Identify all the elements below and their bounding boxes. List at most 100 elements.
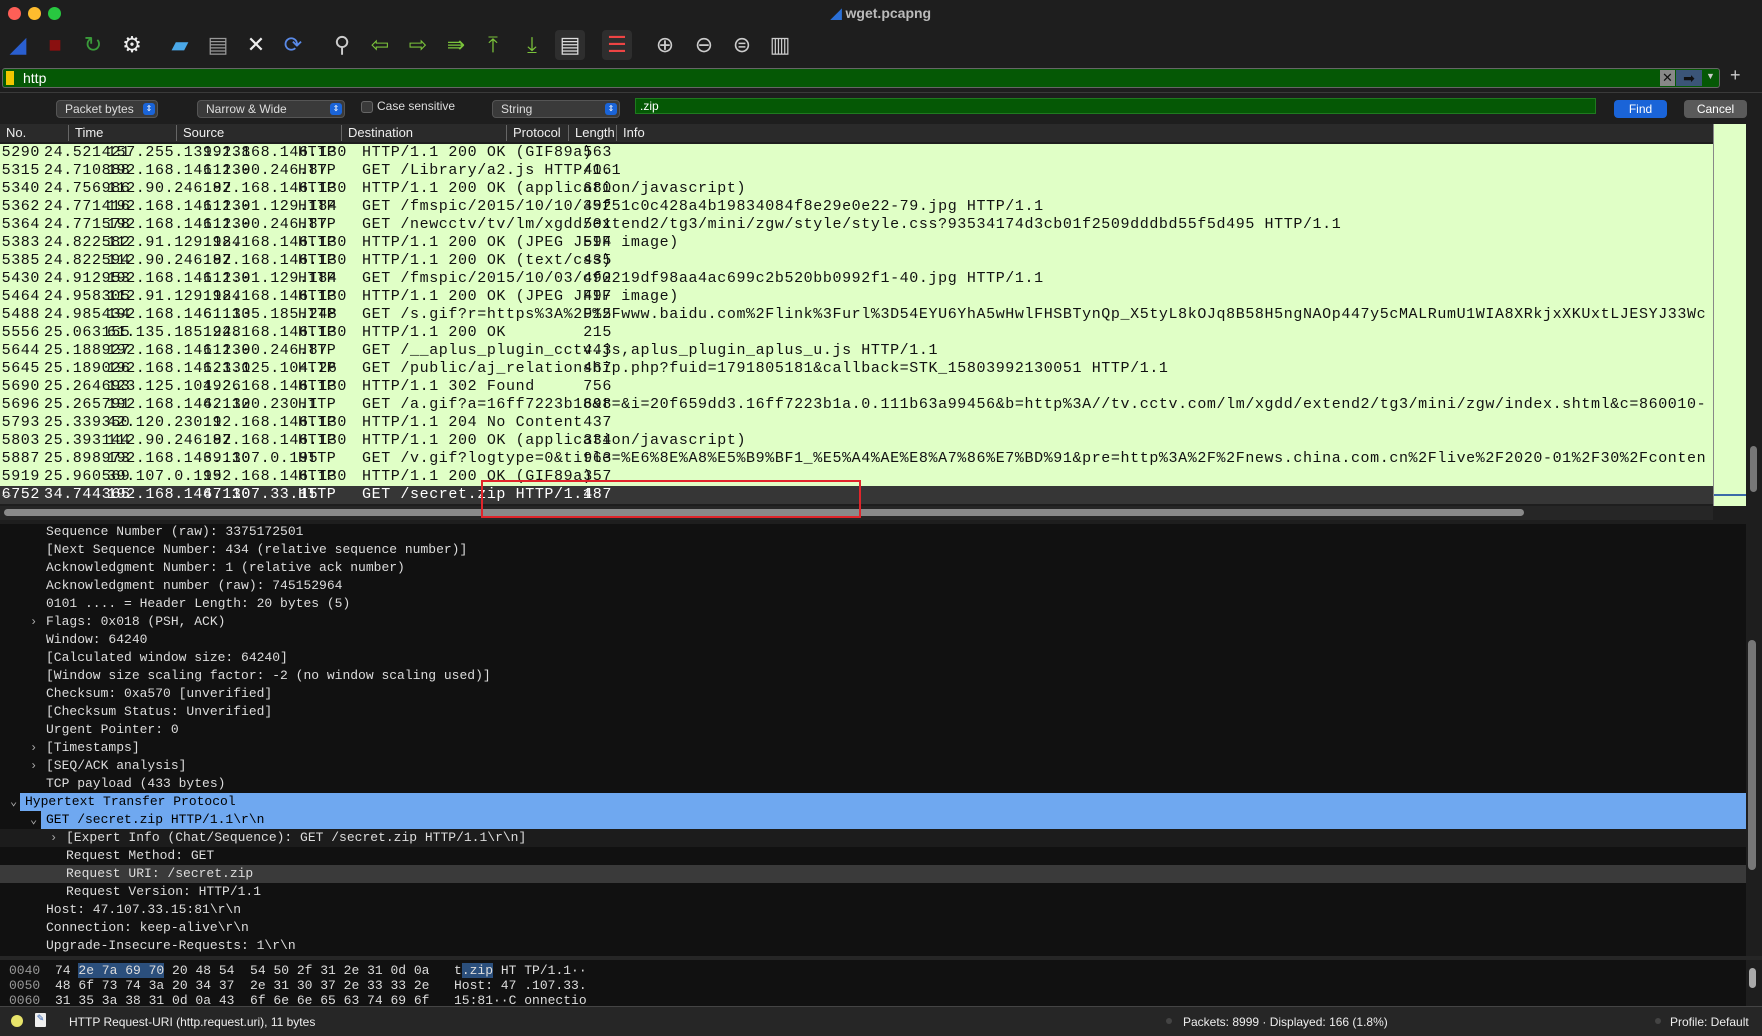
packet-row[interactable]: 5464 24.958305 112.91.129.184 192.168.146.1…	[0, 288, 1713, 306]
packet-row[interactable]: 5430 24.912953 192.168.146.130 112.91.129.1…	[0, 270, 1713, 288]
packet-row[interactable]: 5488 24.985434 192.168.146.130 61.135.185.2…	[0, 306, 1713, 324]
detail-row[interactable]: Host: 47.107.33.15:81\r\n	[0, 901, 1746, 919]
packet-row[interactable]: 5803 25.393144 112.90.246.87 192.168.146.13…	[0, 432, 1713, 450]
detail-row[interactable]: [Checksum Status: Unverified]	[0, 703, 1746, 721]
open-folder-icon[interactable]: ▰	[165, 30, 195, 60]
detail-row[interactable]: Acknowledgment number (raw): 745152964	[0, 577, 1746, 595]
display-filter-input[interactable]: http ✕ ➡ ▼	[2, 68, 1720, 88]
find-packet-icon[interactable]: ⚲	[327, 30, 357, 60]
auto-scroll-icon[interactable]: ▤	[555, 30, 585, 60]
search-in-select[interactable]: Packet bytes ⇕	[56, 100, 158, 118]
go-first-icon[interactable]: ⤒	[478, 30, 508, 60]
column-header-destination[interactable]: Destination	[341, 125, 413, 141]
packet-row[interactable]: 5340 24.756986 112.90.246.87 192.168.146.13…	[0, 180, 1713, 198]
restart-capture-icon[interactable]: ↻	[78, 30, 108, 60]
detail-row[interactable]: › [Timestamps]	[0, 739, 1746, 757]
column-header-source[interactable]: Source	[176, 125, 224, 141]
packet-row[interactable]: 5793 25.339350 42.120.230.1 192.168.146.130…	[0, 414, 1713, 432]
cancel-button[interactable]: Cancel	[1684, 100, 1747, 118]
apply-filter-arrow-icon[interactable]: ➡	[1676, 70, 1702, 86]
packet-list-vertical-scrollbar[interactable]	[1746, 124, 1762, 520]
expert-info-led-icon[interactable]	[11, 1015, 23, 1027]
chevron-right-icon[interactable]: ›	[50, 829, 57, 847]
reload-file-icon[interactable]: ⟳	[278, 30, 308, 60]
resize-columns-icon[interactable]: ▥	[765, 30, 795, 60]
packet-row[interactable]: 5644 25.188927 192.168.146.130 112.90.246.8…	[0, 342, 1713, 360]
packet-row[interactable]: 5690 25.264693 123.125.104.26 192.168.146.1…	[0, 378, 1713, 396]
find-button[interactable]: Find	[1614, 100, 1667, 118]
packet-row[interactable]: 5887 25.898973 192.168.146.130 39.107.0.195…	[0, 450, 1713, 468]
packet-row[interactable]: 5290 24.521421 157.255.139.138 192.168.146.…	[0, 144, 1713, 162]
packet-number: 5290	[1, 144, 40, 161]
clear-filter-icon[interactable]: ✕	[1660, 70, 1675, 86]
packet-row[interactable]: 5556 25.063155 61.135.185.248 192.168.146.1…	[0, 324, 1713, 342]
detail-row[interactable]: 0101 .... = Header Length: 20 bytes (5)	[0, 595, 1746, 613]
column-header-time[interactable]: Time	[68, 125, 103, 141]
column-header-no[interactable]: No.	[0, 125, 26, 141]
shark-fin-start-icon[interactable]: ◢	[3, 30, 33, 60]
packet-row[interactable]: 5315 24.710888 192.168.146.130 112.90.246.8…	[0, 162, 1713, 180]
go-back-icon[interactable]: ⇦	[365, 30, 395, 60]
capture-comment-icon[interactable]: ✎	[35, 1013, 46, 1027]
char-width-select[interactable]: Narrow & Wide ⇕	[197, 100, 345, 118]
packet-row[interactable]: 5645 25.189026 192.168.146.130 123.125.104.…	[0, 360, 1713, 378]
case-sensitive-checkbox[interactable]	[361, 101, 373, 113]
zoom-in-icon[interactable]: ⊕	[650, 30, 680, 60]
detail-row[interactable]: › Flags: 0x018 (PSH, ACK)	[0, 613, 1746, 631]
capture-options-gear-icon[interactable]: ⚙	[117, 30, 147, 60]
chevron-right-icon[interactable]: ›	[30, 739, 37, 757]
packet-row[interactable]: 5696 25.265791 192.168.146.130 42.120.230.1…	[0, 396, 1713, 414]
search-type-select[interactable]: String ⇕	[492, 100, 620, 118]
bytes-scrollbar-thumb[interactable]	[1749, 968, 1756, 988]
save-file-icon[interactable]: ▤	[203, 30, 233, 60]
packet-row[interactable]: 5385 24.822594 112.90.246.87 192.168.146.13…	[0, 252, 1713, 270]
close-file-icon[interactable]: ✕	[241, 30, 271, 60]
go-last-icon[interactable]: ⤓	[517, 30, 547, 60]
detail-row[interactable]: Sequence Number (raw): 3375172501	[0, 524, 1746, 541]
detail-row[interactable]: Acknowledgment Number: 1 (relative ack n…	[0, 559, 1746, 577]
filter-history-dropdown-icon[interactable]: ▼	[1706, 71, 1715, 81]
go-forward-icon[interactable]: ⇨	[403, 30, 433, 60]
add-filter-button-plus-icon[interactable]: +	[1730, 65, 1741, 86]
zoom-out-icon[interactable]: ⊖	[689, 30, 719, 60]
detail-row[interactable]: › [SEQ/ACK analysis]	[0, 757, 1746, 775]
detail-row[interactable]: Urgent Pointer: 0	[0, 721, 1746, 739]
hex-row[interactable]: 0050 48 6f 73 74 3a 20 34 37 2e 31 30 37 …	[0, 978, 1746, 993]
packet-row[interactable]: 5362 24.771416 192.168.146.130 112.91.129.1…	[0, 198, 1713, 216]
bookmark-icon[interactable]	[6, 71, 14, 85]
detail-row[interactable]: [Calculated window size: 64240]	[0, 649, 1746, 667]
details-scrollbar-thumb[interactable]	[1748, 640, 1756, 870]
column-header-protocol[interactable]: Protocol	[506, 125, 561, 141]
detail-row[interactable]: [Window size scaling factor: -2 (no wind…	[0, 667, 1746, 685]
detail-row[interactable]: Request Version: HTTP/1.1	[0, 883, 1746, 901]
status-profile[interactable]: Profile: Default	[1670, 1015, 1749, 1029]
detail-row[interactable]: Request URI: /secret.zip	[0, 865, 1746, 883]
chevron-right-icon[interactable]: ›	[30, 613, 37, 631]
detail-row[interactable]: Upgrade-Insecure-Requests: 1\r\n	[0, 937, 1746, 955]
zoom-normal-icon[interactable]: ⊜	[727, 30, 757, 60]
find-search-input[interactable]: .zip	[635, 98, 1596, 114]
packet-row[interactable]: 5364 24.771578 192.168.146.130 112.90.246.8…	[0, 216, 1713, 234]
stop-capture-icon[interactable]: ■	[40, 30, 70, 60]
packet-protocol: HTTP	[298, 288, 337, 305]
chevron-right-icon[interactable]: ›	[30, 757, 37, 775]
column-header-info[interactable]: Info	[616, 125, 645, 141]
detail-row[interactable]: Window: 64240	[0, 631, 1746, 649]
detail-row[interactable]: [Next Sequence Number: 434 (relative seq…	[0, 541, 1746, 559]
hex-row[interactable]: 0040 74 2e 7a 69 70 20 48 54 54 50 2f 31 …	[0, 963, 1746, 978]
chevron-down-icon[interactable]: ⌄	[10, 793, 17, 811]
column-header-length[interactable]: Length	[568, 125, 615, 141]
chevron-down-icon[interactable]: ⌄	[30, 811, 37, 829]
packet-minimap[interactable]	[1713, 124, 1747, 506]
detail-row[interactable]: Connection: keep-alive\r\n	[0, 919, 1746, 937]
detail-row[interactable]: Checksum: 0xa570 [unverified]	[0, 685, 1746, 703]
detail-row[interactable]: ⌄ GET /secret.zip HTTP/1.1\r\n	[0, 811, 1746, 829]
detail-row[interactable]: › [Expert Info (Chat/Sequence): GET /secr…	[0, 829, 1746, 847]
packet-row[interactable]: 5383 24.822582 112.91.129.184 192.168.146.1…	[0, 234, 1713, 252]
detail-row[interactable]: ⌄ Hypertext Transfer Protocol	[0, 793, 1746, 811]
detail-row[interactable]: TCP payload (433 bytes)	[0, 775, 1746, 793]
detail-row[interactable]: Request Method: GET	[0, 847, 1746, 865]
colorize-icon[interactable]: ☰	[602, 30, 632, 60]
scrollbar-thumb[interactable]	[1750, 446, 1757, 492]
go-to-packet-icon[interactable]: ⇛	[441, 30, 471, 60]
